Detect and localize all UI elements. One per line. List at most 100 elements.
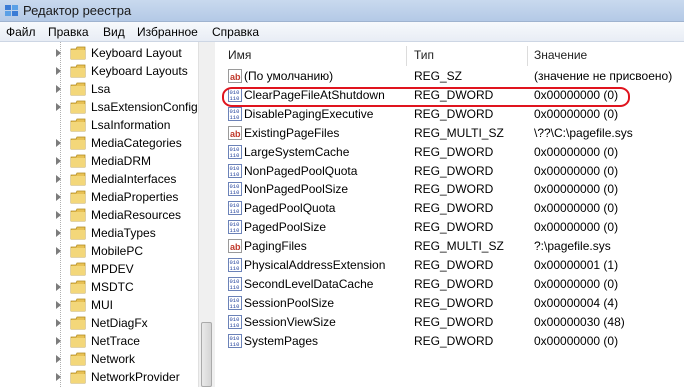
svg-text:110: 110 (230, 171, 240, 178)
value-row[interactable]: 010 110 SessionViewSize REG_DWORD 0x00000030… (216, 313, 684, 332)
tree-item[interactable]: Keyboard Layouts (0, 62, 198, 80)
column-header-value[interactable]: Значение (534, 48, 587, 62)
tree-scrollbar-thumb[interactable] (201, 322, 212, 387)
binary-value-icon: 010110 (228, 276, 242, 291)
tree-item[interactable]: MediaTypes (0, 224, 198, 242)
value-data: 0x00000000 (0) (534, 201, 619, 216)
expand-arrow-icon[interactable] (56, 103, 61, 111)
tree-item[interactable]: NetworkProvider (0, 368, 198, 386)
column-header-name[interactable]: Имя (228, 48, 251, 62)
tree-item[interactable]: LsaInformation (0, 116, 198, 134)
value-row[interactable]: 010 110 SecondLevelDataCache REG_DWORD 0x000… (216, 275, 684, 294)
tree-item-label: MediaDRM (91, 154, 152, 168)
folder-icon (70, 118, 86, 132)
column-separator[interactable] (406, 46, 407, 66)
value-name: SecondLevelDataCache (244, 276, 374, 291)
tree-item[interactable]: MediaDRM (0, 152, 198, 170)
value-row[interactable]: 010 110 DisablePagingExecutive REG_DWORD 0x0… (216, 105, 684, 124)
folder-icon (70, 46, 86, 60)
expand-arrow-icon[interactable] (56, 229, 61, 237)
value-type: REG_DWORD (414, 144, 494, 159)
column-header-type[interactable]: Тип (414, 48, 434, 62)
value-row[interactable]: ab PagingFiles REG_MULTI_SZ ?:\pagefile.sys (216, 237, 684, 256)
expand-arrow-icon[interactable] (56, 301, 61, 309)
tree-item-label: NetTrace (91, 334, 140, 348)
value-name: PagingFiles (244, 239, 307, 254)
svg-text:110: 110 (230, 265, 240, 272)
value-type: REG_DWORD (414, 276, 494, 291)
tree-item[interactable]: NetTrace (0, 332, 198, 350)
expand-arrow-icon[interactable] (56, 85, 61, 93)
tree-item[interactable]: Network (0, 350, 198, 368)
expand-arrow-icon[interactable] (56, 193, 61, 201)
tree-item[interactable]: MobilePC (0, 242, 198, 260)
binary-value-icon: 010110 (228, 106, 242, 121)
expand-arrow-icon[interactable] (56, 319, 61, 327)
tree-item[interactable]: MediaInterfaces (0, 170, 198, 188)
tree-item[interactable]: MSDTC (0, 278, 198, 296)
value-data: 0x00000000 (0) (534, 144, 619, 159)
expand-arrow-icon[interactable] (56, 283, 61, 291)
expand-arrow-icon[interactable] (56, 247, 61, 255)
svg-text:110: 110 (230, 284, 240, 291)
expand-arrow-icon[interactable] (56, 211, 61, 219)
folder-icon (70, 190, 86, 204)
expand-arrow-icon[interactable] (56, 139, 61, 147)
menu-view[interactable]: Вид (103, 25, 125, 39)
value-row[interactable]: 010 110 PhysicalAddressExtension REG_DWORD 0… (216, 256, 684, 275)
value-data: 0x00000030 (48) (534, 314, 625, 329)
value-row[interactable]: 010 110 NonPagedPoolSize REG_DWORD 0x0000000… (216, 180, 684, 199)
tree-item[interactable]: MediaResources (0, 206, 198, 224)
svg-text:110: 110 (230, 303, 240, 310)
binary-value-icon: 010110 (228, 314, 242, 329)
tree-item[interactable]: Keyboard Layout (0, 44, 198, 62)
folder-icon (70, 316, 86, 330)
tree-item[interactable]: MediaProperties (0, 188, 198, 206)
expand-arrow-icon[interactable] (56, 157, 61, 165)
folder-icon (70, 82, 86, 96)
value-row[interactable]: 010 110 SystemPages REG_DWORD 0x00000000 (0) (216, 332, 684, 351)
menu-file[interactable]: Файл (6, 25, 36, 39)
folder-icon (70, 136, 86, 150)
value-type: REG_DWORD (414, 333, 494, 348)
tree-item[interactable]: MediaCategories (0, 134, 198, 152)
value-data: 0x00000000 (0) (534, 106, 619, 121)
value-type: REG_DWORD (414, 295, 494, 310)
value-row[interactable]: 010 110 PagedPoolSize REG_DWORD 0x00000000 (… (216, 218, 684, 237)
folder-icon (70, 370, 86, 384)
value-row[interactable]: 010 110 PagedPoolQuota REG_DWORD 0x00000000 … (216, 199, 684, 218)
value-row[interactable]: 010 110 SessionPoolSize REG_DWORD 0x00000004… (216, 294, 684, 313)
value-row[interactable]: 010 110 NonPagedPoolQuota REG_DWORD 0x000000… (216, 162, 684, 181)
menu-favorites[interactable]: Избранное (137, 25, 198, 39)
expand-arrow-icon[interactable] (56, 49, 61, 57)
tree-item-label: Network (91, 352, 136, 366)
tree-item[interactable]: MPDEV (0, 260, 198, 278)
value-name: PhysicalAddressExtension (244, 258, 386, 272)
highlight-ellipse (222, 87, 630, 107)
folder-icon (70, 226, 86, 240)
svg-text:ab: ab (230, 72, 241, 82)
expand-arrow-icon[interactable] (56, 355, 61, 363)
expand-arrow-icon[interactable] (56, 373, 61, 381)
value-name: NonPagedPoolQuota (244, 163, 358, 178)
value-data: 0x00000000 (0) (534, 333, 619, 348)
tree-item[interactable]: Lsa (0, 80, 198, 98)
menu-edit[interactable]: Правка (48, 25, 89, 39)
value-name: PagedPoolQuota (244, 201, 336, 216)
value-name: (По умолчанию) (244, 69, 334, 83)
value-row[interactable]: ab (По умолчанию) REG_SZ (значение не присв… (216, 67, 684, 86)
column-separator[interactable] (527, 46, 528, 66)
expand-arrow-icon[interactable] (56, 337, 61, 345)
value-row[interactable]: ab ExistingPageFiles REG_MULTI_SZ \??\C:\pa… (216, 124, 684, 143)
value-name: SessionPoolSize (244, 295, 335, 310)
expand-arrow-icon[interactable] (56, 67, 61, 75)
menu-help[interactable]: Справка (212, 25, 259, 39)
tree-item[interactable]: NetDiagFx (0, 314, 198, 332)
tree-item[interactable]: MUI (0, 296, 198, 314)
value-name: SessionViewSize (244, 314, 336, 329)
value-row[interactable]: 010 110 LargeSystemCache REG_DWORD 0x0000000… (216, 143, 684, 162)
tree-item-label: MediaResources (91, 208, 182, 222)
tree-item[interactable]: LsaExtensionConfig (0, 98, 198, 116)
expand-arrow-icon[interactable] (56, 175, 61, 183)
value-type: REG_DWORD (414, 314, 494, 329)
